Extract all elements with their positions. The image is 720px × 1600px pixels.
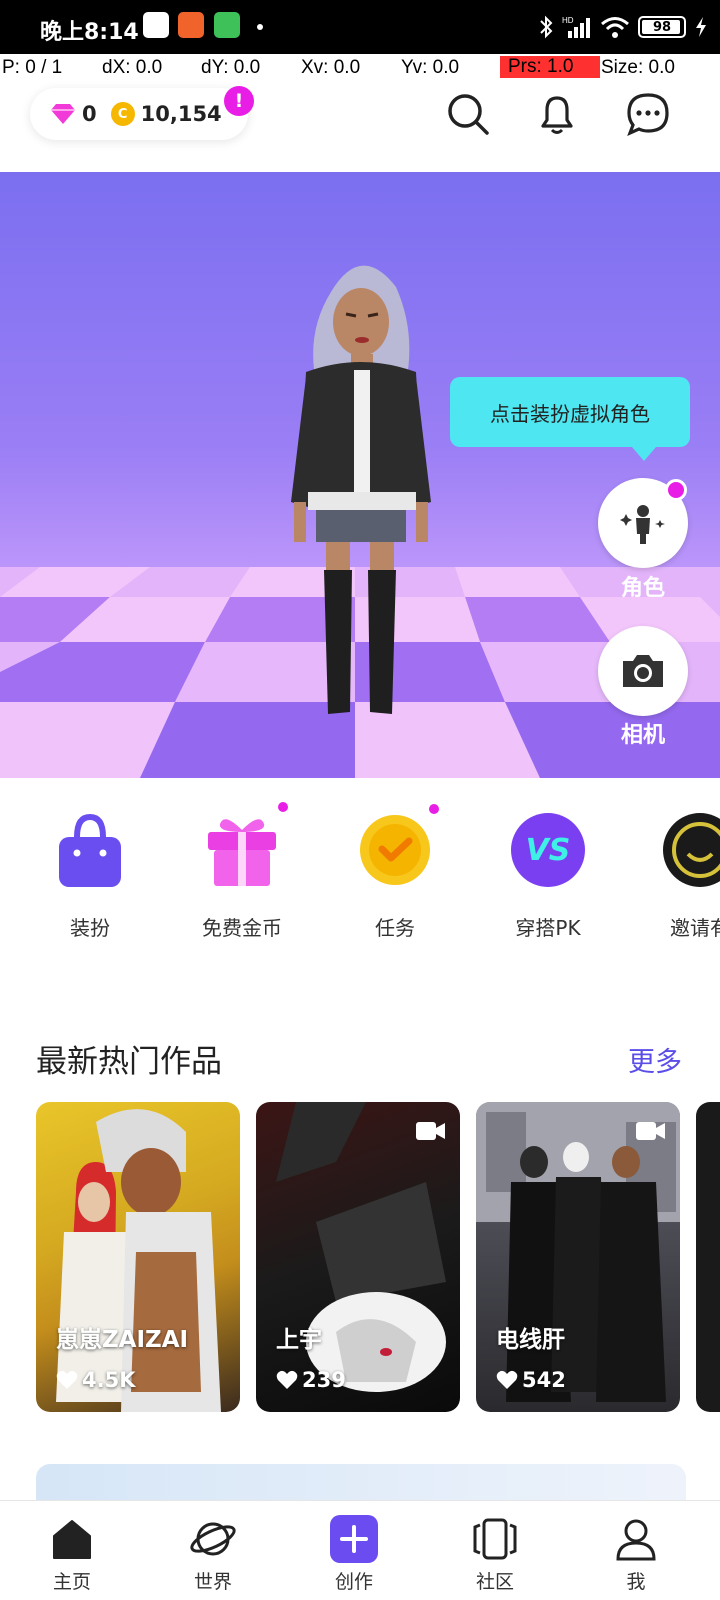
action-tasks[interactable]: 任务 (325, 800, 465, 941)
action-label: 邀请有 (670, 916, 720, 940)
diamond-icon (51, 104, 75, 124)
action-dress-up[interactable]: 装扮 (20, 800, 160, 941)
cards-icon (473, 1518, 517, 1560)
nav-profile[interactable]: 我 (586, 1515, 686, 1594)
diamond-count: 0 (82, 102, 97, 126)
bell-icon[interactable] (535, 92, 579, 136)
nav-label: 创作 (334, 1571, 373, 1593)
work-card[interactable]: 崽崽ZAIZAI 4.5K (36, 1102, 240, 1412)
quick-actions-row: 装扮 免费金币 任务 VS 穿搭PK 邀请有 (0, 800, 720, 950)
invite-icon (660, 810, 720, 890)
status-time: 晚上8:14 (40, 20, 139, 45)
nav-community[interactable]: 社区 (445, 1515, 545, 1594)
notification-app-icon (214, 12, 240, 38)
camera-icon (623, 655, 663, 687)
character-label: 角色 (620, 576, 665, 601)
promo-banner[interactable] (36, 1464, 686, 1504)
video-icon (416, 1122, 445, 1140)
debug-size: Size: 0.0 (601, 57, 675, 78)
pointer-debug-bar: P: 0 / 1 dX: 0.0 dY: 0.0 Xv: 0.0 Yv: 0.0… (0, 54, 720, 82)
wallet-alert-badge[interactable]: ! (224, 86, 254, 116)
coin-count: 10,154 (140, 102, 222, 126)
hd-signal-icon: HD (562, 16, 590, 38)
more-notifications-icon (257, 24, 263, 30)
bluetooth-icon (540, 15, 553, 39)
camera-button[interactable] (598, 626, 688, 716)
debug-yv: Yv: 0.0 (401, 57, 460, 78)
nav-label: 我 (626, 1571, 646, 1593)
work-card[interactable]: 上宇 239 (256, 1102, 460, 1412)
nav-create[interactable]: 创作 (304, 1515, 404, 1594)
action-label: 免费金币 (202, 916, 282, 940)
plus-icon (330, 1515, 378, 1563)
nav-world[interactable]: 世界 (163, 1515, 263, 1594)
work-like-count: 239 (302, 1368, 346, 1392)
home-icon (53, 1520, 91, 1559)
work-author: 上宇 (276, 1327, 322, 1353)
bottom-navigation: 主页 世界 创作 社区 我 (0, 1500, 720, 1600)
debug-dy: dY: 0.0 (201, 57, 261, 78)
action-label: 装扮 (70, 916, 110, 940)
avatar-character[interactable] (286, 252, 436, 732)
charging-icon (696, 17, 706, 37)
bag-icon (50, 810, 130, 890)
check-badge-icon (355, 804, 439, 890)
action-label: 任务 (375, 916, 415, 940)
gift-icon (202, 802, 288, 890)
nav-label: 世界 (193, 1571, 232, 1593)
battery-level: 98 (652, 19, 672, 35)
dress-up-tooltip[interactable]: 点击装扮虚拟角色 (450, 377, 690, 461)
section-title: 最新热门作品 (36, 1044, 222, 1080)
nav-label: 社区 (475, 1571, 514, 1593)
avatar-stage[interactable]: 点击装扮虚拟角色 角色 相机 (0, 172, 720, 778)
work-likes: 239 (276, 1368, 346, 1392)
coin-icon: C (110, 102, 135, 126)
heart-icon (276, 1370, 298, 1389)
hot-works-carousel[interactable]: 崽崽ZAIZAI 4.5K 上宇 239 电线肝 542 (0, 1102, 720, 1414)
heart-icon (496, 1370, 518, 1389)
work-card-partial[interactable] (696, 1102, 720, 1412)
search-icon[interactable] (446, 92, 490, 136)
debug-xv: Xv: 0.0 (301, 57, 361, 78)
work-like-count: 542 (522, 1368, 566, 1392)
video-icon (636, 1122, 665, 1140)
notification-app-icon (143, 12, 169, 38)
action-free-coins[interactable]: 免费金币 (172, 800, 312, 941)
svg-text:VS: VS (526, 833, 571, 868)
status-bar: 晚上8:14 HD 98 (0, 0, 720, 54)
work-author: 崽崽ZAIZAI (56, 1327, 189, 1353)
wifi-icon (601, 17, 629, 38)
character-sparkle-icon (620, 505, 665, 544)
debug-pressure: Prs: 1.0 (500, 56, 600, 78)
currency-wallet[interactable]: 0 C 10,154 (30, 88, 248, 140)
more-link[interactable]: 更多 (628, 1040, 682, 1079)
work-thumbnail (56, 1109, 221, 1412)
debug-dx: dX: 0.0 (102, 57, 163, 78)
work-thumbnail (476, 1102, 680, 1402)
debug-pointer: P: 0 / 1 (2, 57, 63, 78)
notification-app-icon (178, 12, 204, 38)
svg-text:HD: HD (562, 16, 574, 25)
camera-label: 相机 (620, 723, 665, 748)
work-card[interactable]: 电线肝 542 (476, 1102, 680, 1412)
action-label: 穿搭PK (515, 916, 581, 940)
action-outfit-pk[interactable]: VS 穿搭PK (478, 800, 618, 941)
work-thumbnail (276, 1102, 446, 1392)
message-icon[interactable] (626, 92, 670, 136)
work-author: 电线肝 (496, 1327, 565, 1353)
work-likes: 542 (496, 1368, 566, 1392)
action-invite[interactable]: 邀请有 (630, 800, 720, 941)
work-likes: 4.5K (56, 1368, 135, 1392)
work-like-count: 4.5K (82, 1368, 136, 1392)
planet-icon (190, 1522, 236, 1556)
battery-icon: 98 (638, 16, 686, 38)
heart-icon (56, 1370, 78, 1389)
nav-home[interactable]: 主页 (22, 1515, 122, 1594)
nav-label: 主页 (52, 1571, 91, 1593)
character-notification-dot (665, 479, 687, 501)
vs-icon: VS (508, 810, 588, 890)
profile-icon (616, 1519, 656, 1561)
